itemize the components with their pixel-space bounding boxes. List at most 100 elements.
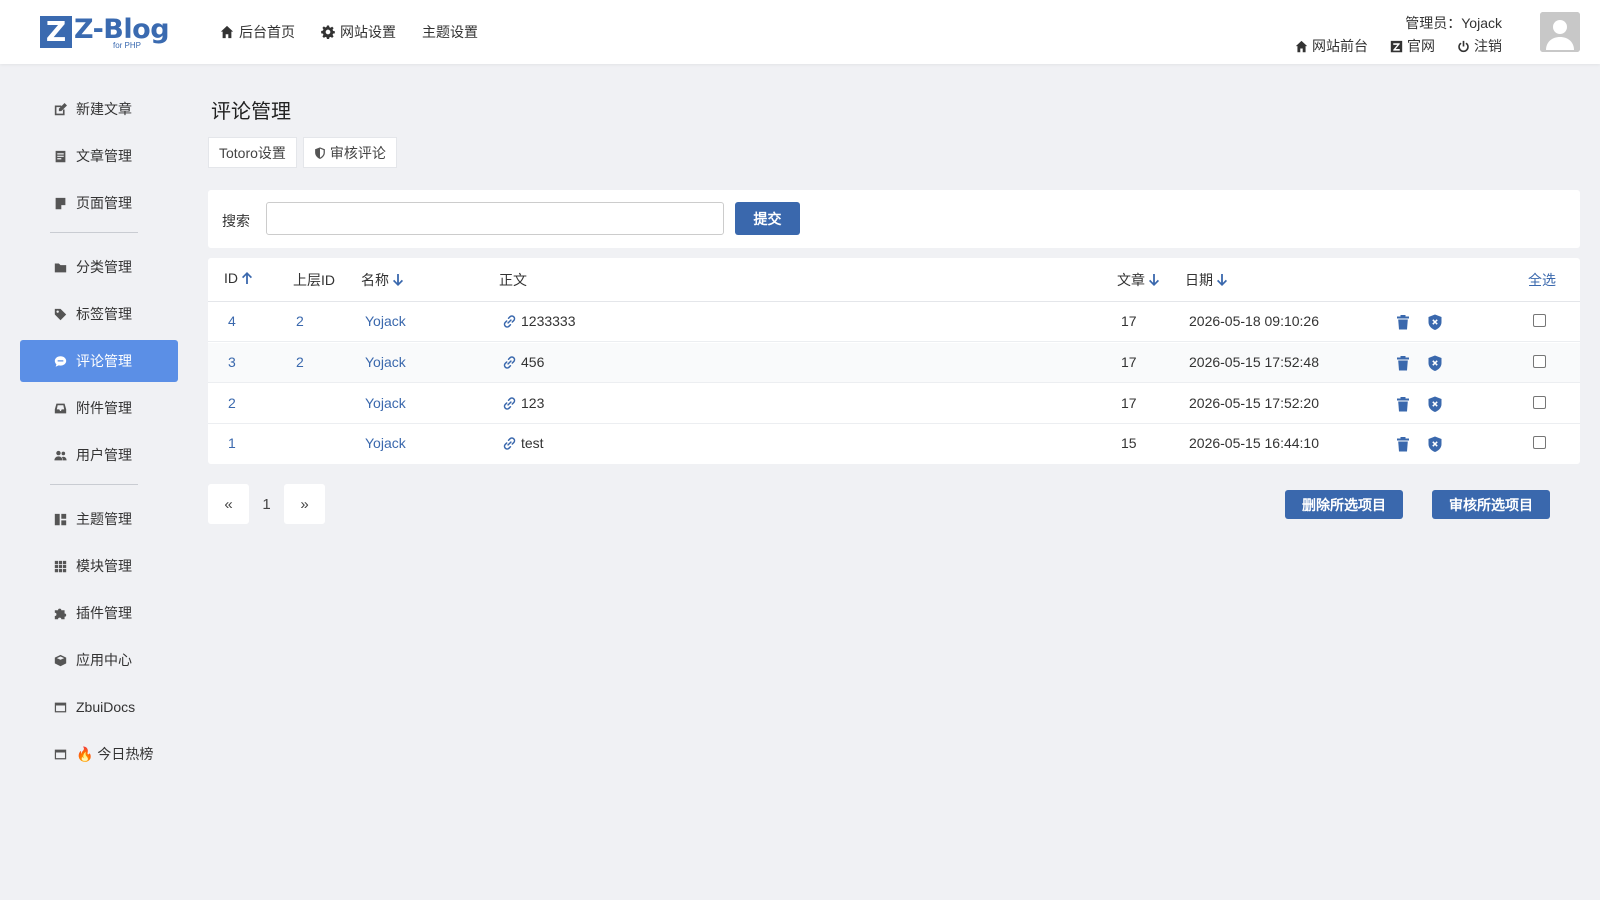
- row-article: 15: [1121, 435, 1137, 451]
- row-body[interactable]: 456: [502, 354, 544, 370]
- approve-button[interactable]: [1426, 435, 1444, 453]
- approve-button[interactable]: [1426, 395, 1444, 413]
- arrow-down-icon: [1217, 274, 1227, 286]
- tab-review-comments[interactable]: 审核评论: [302, 137, 397, 168]
- prev-page-button[interactable]: «: [208, 484, 249, 524]
- sidebar-item-categories[interactable]: 分类管理: [20, 246, 178, 288]
- row-id[interactable]: 1: [228, 435, 236, 451]
- page-number[interactable]: 1: [249, 484, 284, 524]
- search-input[interactable]: [266, 202, 724, 235]
- row-checkbox[interactable]: [1533, 355, 1546, 368]
- users-icon: [54, 450, 67, 460]
- logout-link[interactable]: 注销: [1457, 36, 1502, 56]
- header-name-label: 名称: [361, 272, 389, 288]
- sidebar-item-articles[interactable]: 文章管理: [20, 135, 178, 177]
- sidebar-item-label: 插件管理: [76, 605, 132, 621]
- topnav-site-settings-label: 网站设置: [340, 24, 396, 40]
- table-row: 1 Yojack test 15 2026-05-15 16:44:10: [208, 424, 1580, 464]
- top-nav: 后台首页 网站设置 主题设置: [220, 22, 478, 42]
- sidebar-item-modules[interactable]: 模块管理: [20, 545, 178, 587]
- sidebar-item-tags[interactable]: 标签管理: [20, 293, 178, 335]
- comments-table: ID 上层ID 名称 正文 文章 日期 全选 4 2 Yojack 123333…: [208, 258, 1580, 464]
- sidebar-item-new-article[interactable]: 新建文章: [20, 88, 178, 130]
- page-title: 评论管理: [211, 101, 291, 123]
- delete-button[interactable]: [1394, 435, 1412, 453]
- header-date[interactable]: 日期: [1185, 270, 1228, 290]
- topnav-dashboard[interactable]: 后台首页: [220, 22, 295, 42]
- header-parent-id[interactable]: 上层ID: [293, 270, 335, 290]
- arrow-down-icon: [1149, 274, 1159, 286]
- row-article: 17: [1121, 313, 1137, 329]
- header-body: 正文: [499, 270, 527, 290]
- pagination: « 1 »: [208, 484, 325, 524]
- row-date: 2026-05-18 09:10:26: [1189, 313, 1319, 329]
- home-icon: [220, 25, 234, 39]
- row-checkbox[interactable]: [1533, 314, 1546, 327]
- sidebar-item-hot-list[interactable]: 🔥 今日热榜: [20, 733, 178, 775]
- header-name[interactable]: 名称: [361, 270, 404, 290]
- approve-button[interactable]: [1426, 354, 1444, 372]
- sidebar-item-label: 标签管理: [76, 306, 132, 322]
- next-page-button[interactable]: »: [284, 484, 325, 524]
- sidebar-item-zbuidocs[interactable]: ZbuiDocs: [20, 686, 178, 728]
- select-all-link[interactable]: 全选: [1528, 270, 1556, 290]
- row-parent-id[interactable]: 2: [296, 313, 304, 329]
- user-info: 管理员：Yojack 网站前台 官网 注销: [1295, 13, 1502, 56]
- row-id[interactable]: 4: [228, 313, 236, 329]
- avatar[interactable]: [1540, 12, 1580, 52]
- topnav-theme-settings[interactable]: 主题设置: [422, 22, 478, 42]
- tab-totoro-settings[interactable]: Totoro设置: [208, 137, 297, 168]
- tab-label: 审核评论: [329, 144, 386, 161]
- row-date: 2026-05-15 17:52:20: [1189, 395, 1319, 411]
- sidebar-item-themes[interactable]: 主题管理: [20, 498, 178, 540]
- row-date: 2026-05-15 16:44:10: [1189, 435, 1319, 451]
- topnav-site-settings[interactable]: 网站设置: [321, 22, 396, 42]
- row-name[interactable]: Yojack: [365, 313, 406, 329]
- sidebar-item-users[interactable]: 用户管理: [20, 434, 178, 476]
- row-name[interactable]: Yojack: [365, 354, 406, 370]
- approve-selected-button[interactable]: 审核所选项目: [1432, 490, 1550, 519]
- delete-button[interactable]: [1394, 395, 1412, 413]
- row-name[interactable]: Yojack: [365, 435, 406, 451]
- table-header: ID 上层ID 名称 正文 文章 日期 全选: [208, 258, 1580, 302]
- row-body-text: 456: [521, 354, 545, 370]
- official-site-link[interactable]: 官网: [1390, 36, 1435, 56]
- approve-button[interactable]: [1426, 313, 1444, 331]
- trash-icon: [1397, 315, 1409, 330]
- row-parent-id[interactable]: 2: [296, 354, 304, 370]
- row-body[interactable]: 1233333: [502, 313, 576, 329]
- tag-icon: [54, 308, 67, 320]
- row-checkbox[interactable]: [1533, 436, 1546, 449]
- layout-icon: [54, 513, 67, 525]
- header-id[interactable]: ID: [224, 270, 253, 286]
- sidebar-item-attachments[interactable]: 附件管理: [20, 387, 178, 429]
- logo-letter: Z: [40, 16, 72, 48]
- row-checkbox[interactable]: [1533, 396, 1546, 409]
- row-body[interactable]: test: [502, 435, 544, 451]
- sidebar-divider: [50, 484, 138, 485]
- topnav-theme-settings-label: 主题设置: [422, 24, 478, 40]
- row-article: 17: [1121, 395, 1137, 411]
- sidebar-item-label: ZbuiDocs: [76, 699, 136, 715]
- user-avatar-icon: [1540, 12, 1580, 52]
- sidebar-item-plugins[interactable]: 插件管理: [20, 592, 178, 634]
- row-id[interactable]: 2: [228, 395, 236, 411]
- sidebar-item-comments[interactable]: 评论管理: [20, 340, 178, 382]
- row-id[interactable]: 3: [228, 354, 236, 370]
- delete-button[interactable]: [1394, 313, 1412, 331]
- site-frontend-link[interactable]: 网站前台: [1295, 36, 1368, 56]
- delete-selected-button[interactable]: 删除所选项目: [1285, 490, 1403, 519]
- zblog-logo[interactable]: Z Z-Blog for PHP: [40, 14, 170, 50]
- shield-icon: [315, 146, 325, 159]
- top-header: Z Z-Blog for PHP 后台首页 网站设置 主题设置 管理员：Yoja…: [0, 0, 1600, 64]
- row-body[interactable]: 123: [502, 395, 544, 411]
- submit-button[interactable]: 提交: [735, 202, 800, 235]
- table-row: 2 Yojack 123 17 2026-05-15 17:52:20: [208, 384, 1580, 424]
- delete-button[interactable]: [1394, 354, 1412, 372]
- gear-icon: [321, 25, 335, 39]
- sidebar-item-pages[interactable]: 页面管理: [20, 182, 178, 224]
- row-name[interactable]: Yojack: [365, 395, 406, 411]
- table-row: 4 2 Yojack 1233333 17 2026-05-18 09:10:2…: [208, 302, 1580, 342]
- sidebar-item-app-center[interactable]: 应用中心: [20, 639, 178, 681]
- header-article[interactable]: 文章: [1117, 270, 1160, 290]
